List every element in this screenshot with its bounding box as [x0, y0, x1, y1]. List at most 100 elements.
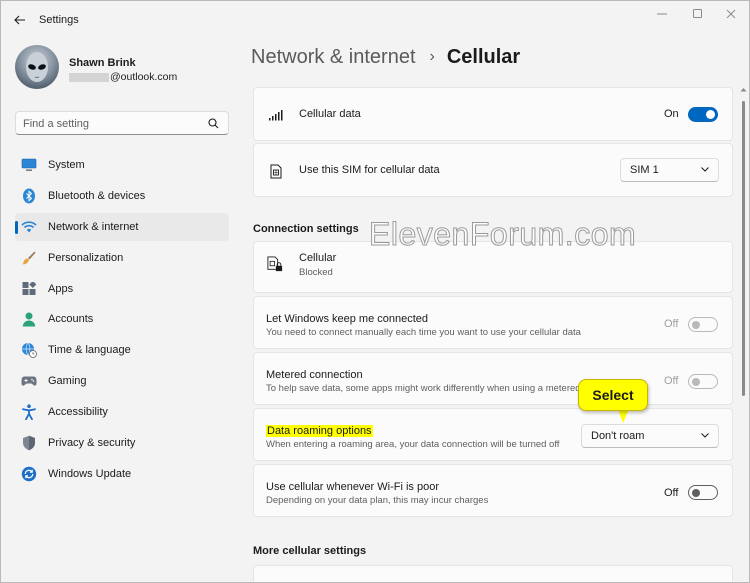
sidebar-item-label: Windows Update: [48, 467, 132, 480]
sidebar-item-label: Privacy & security: [48, 437, 136, 450]
metered-connection-card: Metered connection To help save data, so…: [253, 352, 733, 405]
accessibility-icon: [21, 404, 37, 421]
shield-icon: [21, 435, 37, 451]
metered-connection-description: To help save data, some apps might work …: [266, 383, 581, 394]
sidebar-item-gaming[interactable]: Gaming: [15, 367, 229, 395]
sidebar-item-label: Bluetooth & devices: [48, 189, 146, 202]
settings-window: Settings Shawn Brink @outlook.com Find a…: [0, 0, 750, 583]
sidebar-item-label: Accessibility: [48, 406, 108, 419]
sim-locked-icon: [267, 256, 283, 272]
keep-connected-card: Let Windows keep me connected You need t…: [253, 296, 733, 349]
display-icon: [21, 157, 37, 173]
close-icon: [726, 9, 736, 19]
breadcrumb: Network & internet › Cellular: [251, 46, 520, 69]
sidebar-item-label: Network & internet: [48, 220, 139, 233]
breadcrumb-separator-icon: ›: [429, 48, 435, 65]
apps-icon: [21, 281, 37, 297]
more-cellular-settings-card[interactable]: [253, 565, 733, 582]
sim-card-icon: [268, 163, 284, 179]
sidebar-item-personalization[interactable]: Personalization: [15, 244, 229, 272]
sidebar-item-apps[interactable]: Apps: [15, 275, 229, 303]
cellular-connection-status: Blocked: [299, 267, 333, 278]
cellular-data-toggle[interactable]: [688, 107, 718, 122]
maximize-icon: [693, 9, 702, 18]
scroll-up-icon[interactable]: [740, 87, 747, 92]
user-name: Shawn Brink: [69, 57, 136, 69]
close-button[interactable]: [711, 5, 749, 23]
sidebar-item-bluetooth[interactable]: Bluetooth & devices: [15, 182, 229, 210]
sidebar-item-accessibility[interactable]: Accessibility: [15, 398, 229, 426]
sidebar-item-label: Accounts: [48, 313, 94, 326]
app-title: Settings: [39, 14, 79, 26]
select-callout: Select: [578, 379, 648, 411]
alien-avatar-icon: [26, 52, 48, 82]
bluetooth-icon: [21, 188, 37, 204]
sidebar-item-time-language[interactable]: Time & language: [15, 336, 229, 364]
watermark: ElevenForum.com: [368, 216, 637, 253]
brush-icon: [21, 250, 37, 266]
sidebar-item-windows-update[interactable]: Windows Update: [15, 460, 229, 488]
metered-connection-state: Off: [664, 375, 679, 387]
update-icon: [21, 466, 37, 482]
data-roaming-title: Data roaming options: [266, 425, 373, 437]
user-email: @outlook.com: [69, 71, 177, 83]
sidebar-item-label: Apps: [48, 282, 74, 295]
avatar: [15, 45, 59, 89]
minimize-icon: [657, 13, 667, 15]
cellular-data-state: On: [664, 108, 679, 120]
data-roaming-card: Data roaming options When entering a roa…: [253, 408, 733, 461]
email-redaction: [69, 72, 109, 82]
sidebar-nav: System Bluetooth & devices Network & int…: [15, 151, 229, 491]
wifi-icon: [21, 219, 37, 235]
page-title: Cellular: [446, 46, 521, 68]
wifi-poor-title: Use cellular whenever Wi-Fi is poor: [266, 481, 439, 493]
back-button[interactable]: [9, 9, 31, 31]
wifi-poor-description: Depending on your data plan, this may in…: [266, 495, 489, 506]
keep-connected-title: Let Windows keep me connected: [266, 313, 429, 325]
signal-bars-icon: [268, 107, 284, 123]
data-roaming-description: When entering a roaming area, your data …: [266, 439, 560, 450]
wifi-poor-state: Off: [664, 487, 679, 499]
scrollbar[interactable]: [740, 83, 747, 582]
search-box[interactable]: [15, 111, 229, 135]
sidebar-item-network[interactable]: Network & internet: [15, 212, 229, 241]
sidebar-item-label: Personalization: [48, 251, 124, 264]
back-arrow-icon: [14, 15, 25, 25]
chevron-down-icon: [701, 167, 709, 172]
cellular-data-card: Cellular data On: [253, 87, 733, 141]
sim-card: Use this SIM for cellular data SIM 1: [253, 143, 733, 197]
sidebar-item-privacy-security[interactable]: Privacy & security: [15, 429, 229, 457]
sidebar-item-label: System: [48, 159, 85, 171]
person-icon: [21, 311, 37, 327]
metered-connection-title: Metered connection: [266, 369, 363, 381]
keep-connected-description: You need to connect manually each time y…: [266, 327, 581, 338]
keep-connected-state: Off: [664, 318, 679, 330]
sim-selected: SIM 1: [630, 164, 659, 176]
sim-label: Use this SIM for cellular data: [299, 164, 440, 176]
scroll-thumb[interactable]: [742, 101, 745, 396]
sidebar-item-accounts[interactable]: Accounts: [15, 305, 229, 333]
breadcrumb-parent[interactable]: Network & internet: [251, 46, 416, 68]
wifi-poor-card: Use cellular whenever Wi-Fi is poor Depe…: [253, 464, 733, 517]
callout-pointer: [618, 409, 629, 423]
title-bar: Settings: [1, 1, 749, 39]
sidebar-item-system[interactable]: System: [15, 151, 229, 179]
wifi-poor-toggle[interactable]: [688, 485, 718, 500]
gamepad-icon: [21, 373, 37, 389]
data-roaming-dropdown[interactable]: Don't roam: [581, 424, 719, 448]
keep-connected-toggle[interactable]: [688, 317, 718, 332]
sidebar-item-label: Gaming: [48, 375, 87, 388]
data-roaming-selected: Don't roam: [591, 430, 645, 442]
cellular-data-label: Cellular data: [299, 108, 361, 120]
globe-clock-icon: [21, 342, 37, 359]
metered-connection-toggle[interactable]: [688, 374, 718, 389]
search-icon[interactable]: [208, 118, 219, 129]
connection-settings-header: Connection settings: [253, 223, 359, 235]
chevron-down-icon: [701, 433, 709, 438]
more-cellular-settings-header: More cellular settings: [253, 545, 367, 557]
sim-dropdown[interactable]: SIM 1: [620, 158, 719, 182]
minimize-button[interactable]: [642, 5, 682, 23]
sidebar-item-label: Time & language: [48, 344, 131, 357]
cellular-connection-title: Cellular: [299, 252, 337, 264]
search-input[interactable]: [23, 116, 203, 131]
